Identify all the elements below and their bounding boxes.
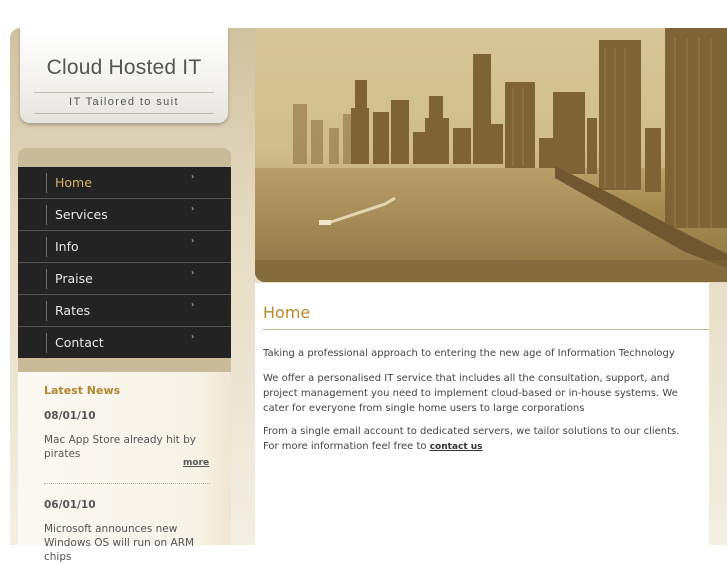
- nav-item-rates[interactable]: Rates ›: [18, 295, 231, 327]
- nav-divider: [46, 237, 47, 257]
- title-divider: [263, 329, 709, 330]
- nav-divider: [46, 173, 47, 193]
- intro-paragraph: Taking a professional approach to enteri…: [263, 348, 675, 359]
- nav-divider: [46, 269, 47, 289]
- news-text: Mac App Store already hit by pirates: [44, 434, 196, 460]
- chevron-right-icon: ›: [191, 268, 195, 277]
- nav-divider: [46, 333, 47, 353]
- logo-divider: [34, 113, 214, 114]
- chevron-right-icon: ›: [191, 204, 195, 213]
- contact-us-link[interactable]: contact us: [430, 442, 483, 452]
- news-text: Microsoft announces new Windows OS will …: [44, 523, 195, 563]
- news-heading: Latest News: [44, 384, 121, 397]
- latest-news-panel: Latest News 08/01/10 Mac App Store alrea…: [18, 372, 231, 563]
- nav-item-info[interactable]: Info ›: [18, 231, 231, 263]
- logo-divider: [34, 92, 214, 93]
- chevron-right-icon: ›: [191, 236, 195, 245]
- nav-item-home[interactable]: Home ›: [18, 167, 231, 199]
- nav-item-label: Home: [55, 175, 92, 190]
- nav-item-services[interactable]: Services ›: [18, 199, 231, 231]
- logo-box[interactable]: Cloud Hosted IT IT Tailored to suit: [20, 28, 228, 123]
- hero-city-image: [255, 28, 727, 282]
- page-title: Home: [263, 303, 311, 322]
- chevron-right-icon: ›: [191, 332, 195, 341]
- news-separator: [44, 483, 210, 484]
- nav-divider: [46, 205, 47, 225]
- nav-item-label: Praise: [55, 271, 93, 286]
- news-date: 06/01/10: [44, 499, 96, 511]
- news-more-link[interactable]: more: [183, 458, 209, 468]
- nav-item-label: Contact: [55, 335, 104, 350]
- site-tagline: IT Tailored to suit: [69, 96, 179, 108]
- site-title: Cloud Hosted IT: [46, 56, 202, 79]
- chevron-right-icon: ›: [191, 300, 195, 309]
- nav-bottom-cap: [18, 358, 231, 372]
- nav-divider: [46, 301, 47, 321]
- news-date: 08/01/10: [44, 410, 96, 422]
- main-nav: Home › Services › Info › Praise › Rates …: [18, 167, 231, 359]
- nav-item-label: Info: [55, 239, 79, 254]
- nav-item-label: Rates: [55, 303, 91, 318]
- nav-item-contact[interactable]: Contact ›: [18, 327, 231, 359]
- nav-top-cap: [18, 148, 231, 168]
- main-content: Home Taking a professional approach to e…: [255, 283, 709, 545]
- chevron-right-icon: ›: [191, 172, 195, 181]
- services-paragraph: We offer a personalised IT service that …: [263, 373, 678, 414]
- nav-item-praise[interactable]: Praise ›: [18, 263, 231, 295]
- nav-item-label: Services: [55, 207, 108, 222]
- solutions-paragraph: From a single email account to dedicated…: [263, 424, 693, 455]
